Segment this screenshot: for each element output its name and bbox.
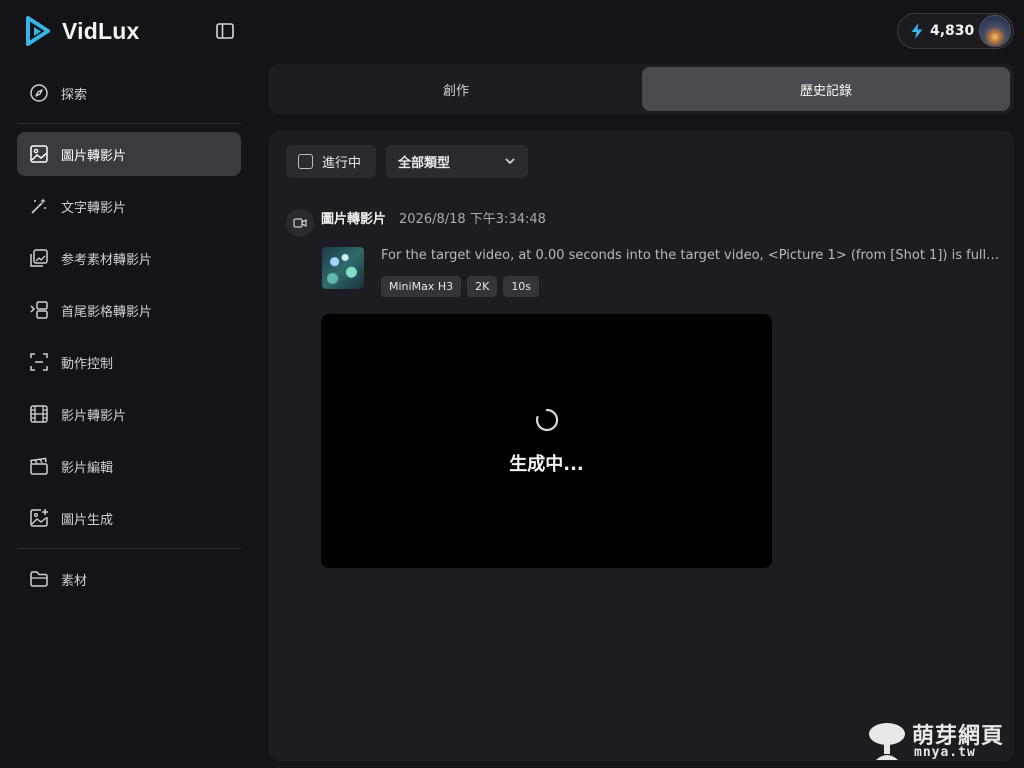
watermark: 萌芽網頁 mnya.tw: [866, 718, 1016, 764]
logo[interactable]: VidLux: [22, 14, 139, 48]
sidebar-item-motion-control[interactable]: 動作控制: [17, 340, 241, 384]
sidebar-item-label: 参考素材轉影片: [61, 252, 153, 268]
source-image-thumbnail[interactable]: [322, 247, 364, 289]
model-tag: MiniMax H3: [381, 276, 462, 297]
task-tags: MiniMax H3 2K 10s: [381, 276, 540, 297]
scan-icon: [29, 352, 49, 372]
tab-history[interactable]: 歷史記錄: [642, 67, 1010, 111]
chevron-down-icon: [505, 158, 515, 165]
sidebar-item-explore[interactable]: 探索: [17, 71, 241, 115]
sidebar-item-image-generation[interactable]: 圖片生成: [17, 496, 241, 540]
sidebar: VidLux 探索 圖片轉影片 文字轉影片 参考素材轉影片 首尾影格轉影片 動作…: [0, 0, 258, 768]
in-progress-filter[interactable]: 進行中: [286, 145, 376, 178]
sidebar-item-text-to-video[interactable]: 文字轉影片: [17, 184, 241, 228]
avatar[interactable]: [979, 15, 1011, 47]
credits-value: 4,830: [930, 23, 975, 39]
sidebar-item-label: 動作控制: [61, 356, 114, 372]
images-stack-icon: [29, 248, 49, 268]
loading-spinner-icon: [535, 408, 559, 432]
sidebar-item-label: 探索: [61, 87, 88, 103]
image-plus-icon: [29, 508, 49, 528]
type-select[interactable]: 全部類型: [386, 145, 528, 178]
sidebar-item-label: 影片轉影片: [61, 408, 127, 424]
watermark-url: mnya.tw: [914, 745, 976, 760]
tree-logo-icon: [869, 723, 905, 760]
in-progress-label: 進行中: [322, 156, 362, 171]
lightning-icon: [911, 23, 923, 39]
video-camera-icon: [293, 218, 307, 228]
sidebar-item-label: 素材: [61, 573, 88, 589]
tab-create[interactable]: 創作: [272, 67, 640, 111]
sidebar-item-label: 圖片轉影片: [61, 148, 127, 164]
sidebar-item-first-last-frame[interactable]: 首尾影格轉影片: [17, 288, 241, 332]
task-timestamp: 2026/8/18 下午3:34:48: [399, 212, 546, 227]
video-preview: 生成中...: [321, 314, 772, 568]
sidebar-divider: [17, 548, 241, 549]
sidebar-item-label: 影片編輯: [61, 460, 114, 476]
generating-status: 生成中...: [509, 454, 584, 475]
sidebar-item-video-to-video[interactable]: 影片轉影片: [17, 392, 241, 436]
magic-wand-icon: [29, 196, 49, 216]
sidebar-toggle-button[interactable]: [214, 21, 236, 41]
app-name: VidLux: [62, 17, 140, 44]
film-icon: [29, 404, 49, 424]
sidebar-item-video-edit[interactable]: 影片編輯: [17, 444, 241, 488]
sidebar-item-label: 首尾影格轉影片: [61, 304, 153, 320]
logo-mark-icon: [26, 16, 50, 46]
image-icon: [29, 144, 49, 164]
clapperboard-icon: [29, 456, 49, 476]
duration-tag: 10s: [503, 276, 540, 297]
compass-icon: [29, 83, 49, 103]
sidebar-item-image-to-video[interactable]: 圖片轉影片: [17, 132, 241, 176]
mode-tabs: 創作 歷史記錄: [269, 64, 1014, 114]
sidebar-item-label: 文字轉影片: [61, 200, 127, 216]
task-type-badge: [286, 209, 314, 237]
folder-icon: [29, 569, 49, 589]
history-panel: 進行中 全部類型 圖片轉影片 2026/8/18 下午3:34:48 For t…: [269, 131, 1014, 761]
task-prompt[interactable]: For the target video, at 0.00 seconds in…: [381, 248, 1001, 263]
task-type: 圖片轉影片: [321, 212, 387, 227]
sidebar-item-assets[interactable]: 素材: [17, 557, 241, 601]
in-progress-checkbox[interactable]: [298, 154, 313, 169]
sidebar-item-label: 圖片生成: [61, 512, 114, 528]
type-select-value: 全部類型: [398, 156, 451, 171]
sidebar-divider: [17, 123, 241, 124]
resolution-tag: 2K: [467, 276, 498, 297]
sidebar-toggle-icon: [216, 23, 234, 39]
sidebar-item-reference-to-video[interactable]: 参考素材轉影片: [17, 236, 241, 280]
frames-icon: [29, 300, 49, 320]
credits-badge[interactable]: 4,830: [897, 13, 1014, 49]
